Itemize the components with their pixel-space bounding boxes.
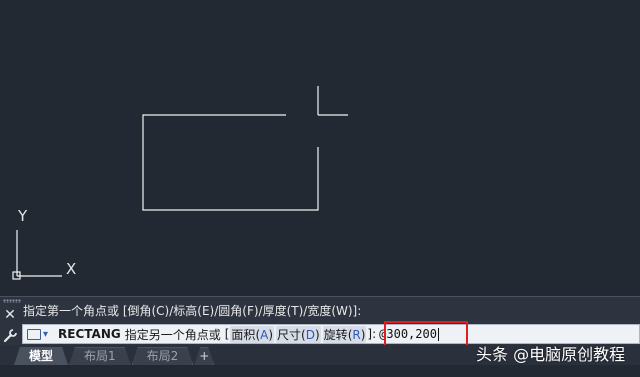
tab-layout1[interactable]: 布局1 (69, 347, 131, 365)
tab-layout2[interactable]: 布局2 (132, 347, 194, 365)
command-line-panel: ✕ 指定第一个角点或 [倒角(C)/标高(E)/圆角(F)/厚度(T)/宽度(W… (0, 296, 640, 346)
wrench-icon[interactable] (2, 328, 18, 343)
option-area[interactable]: 面积(A) (230, 325, 275, 343)
ucs-x-label: X (66, 260, 77, 278)
option-area-label: 面积 (231, 327, 256, 342)
add-layout-button[interactable]: + (194, 347, 214, 365)
option-rotation-label: 旋转 (323, 327, 348, 342)
tab-model[interactable]: 模型 (14, 347, 68, 365)
autocad-window: Y X ✕ 指定第一个角点或 [倒角(C)/标高(E)/圆角(F)/厚度(T)/… (0, 0, 640, 377)
rectangle-outline (142, 114, 319, 211)
options-close-bracket: ]: (367, 327, 377, 341)
ucs-y-label: Y (18, 207, 28, 225)
panel-grip-handle[interactable] (3, 299, 21, 303)
chevron-down-icon: ▾ (43, 328, 49, 340)
option-area-key: A (260, 327, 269, 342)
watermark-text: 头条 @电脑原创教程 (476, 345, 626, 364)
option-rotation[interactable]: 旋转(R) (322, 325, 367, 343)
command-prompt-icon (27, 328, 41, 340)
options-open-bracket: [ (224, 327, 230, 341)
option-dimensions-label: 尺寸 (277, 327, 302, 342)
option-dimensions-key: D (305, 327, 315, 342)
drawing-svg (12, 86, 348, 280)
option-dimensions[interactable]: 尺寸(D) (276, 325, 321, 343)
close-icon[interactable]: ✕ (2, 308, 18, 322)
command-prompt-text: 指定另一个角点或 (124, 327, 221, 342)
drawing-canvas[interactable]: Y X (0, 0, 640, 296)
recent-commands-dropdown[interactable]: ▾ (23, 325, 52, 343)
command-history: 指定第一个角点或 [倒角(C)/标高(E)/圆角(F)/厚度(T)/宽度(W)]… (23, 304, 362, 318)
command-input-row[interactable]: ▾ RECTANG 指定另一个角点或 [ 面积(A) 尺寸(D) 旋转(R) ]… (22, 324, 640, 344)
command-name: RECTANG (58, 327, 121, 341)
option-rotation-key: R (352, 327, 361, 342)
